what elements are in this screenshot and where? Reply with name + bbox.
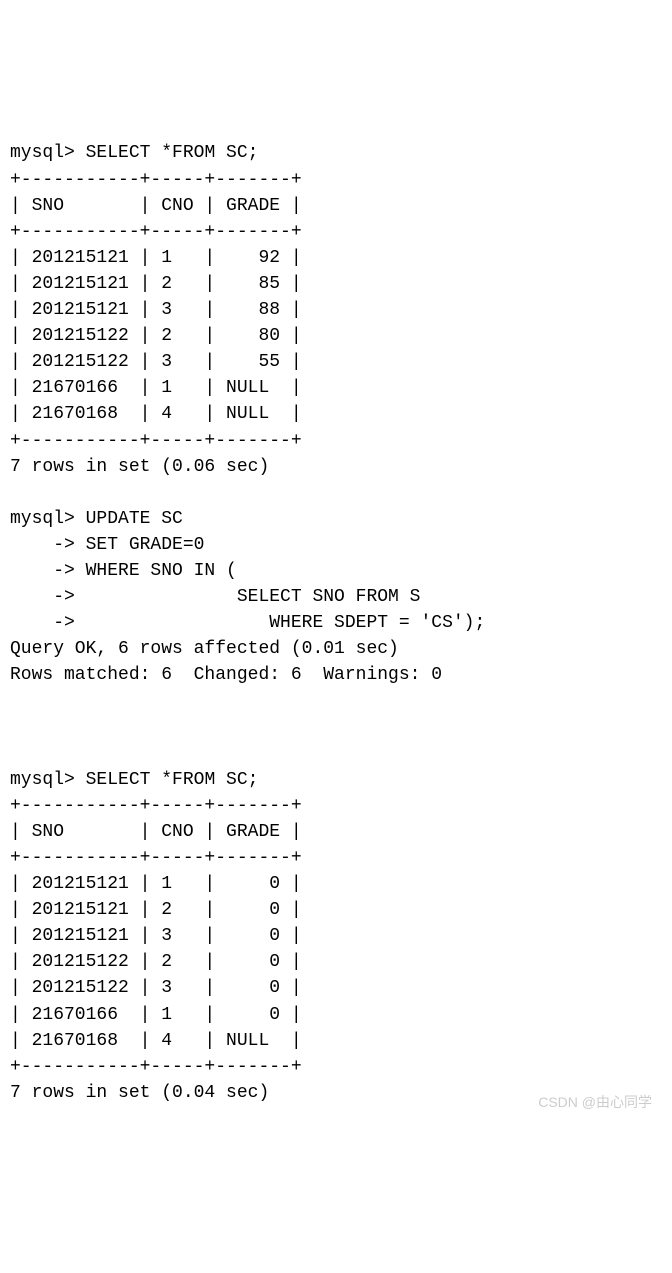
table-row: | 21670168 | 4 | NULL | [10,404,302,424]
table-row: | 21670166 | 1 | 0 | [10,1005,302,1025]
table-border: +-----------+-----+-------+ [10,1057,302,1077]
table-header: | SNO | CNO | GRADE | [10,822,302,842]
table-row: | 201215122 | 3 | 0 | [10,978,302,998]
update-statement: -> WHERE SDEPT = 'CS'); [10,613,485,633]
query-result: Query OK, 6 rows affected (0.01 sec) [10,639,399,659]
update-statement: -> SELECT SNO FROM S [10,587,420,607]
table-border: +-----------+-----+-------+ [10,848,302,868]
table-row: | 21670168 | 4 | NULL | [10,1031,302,1051]
table-border: +-----------+-----+-------+ [10,222,302,242]
table-row: | 201215122 | 2 | 80 | [10,326,302,346]
table-row: | 201215121 | 3 | 88 | [10,300,302,320]
result-footer: 7 rows in set (0.06 sec) [10,457,269,477]
table-row: | 201215122 | 3 | 55 | [10,352,302,372]
result-footer: 7 rows in set (0.04 sec) [10,1083,269,1103]
update-statement: mysql> UPDATE SC [10,509,183,529]
mysql-terminal: mysql> SELECT *FROM SC; +-----------+---… [10,114,662,1132]
table-header: | SNO | CNO | GRADE | [10,196,302,216]
prompt: mysql> [10,143,86,163]
table-border: +-----------+-----+-------+ [10,170,302,190]
table-row: | 201215121 | 3 | 0 | [10,926,302,946]
update-statement: -> SET GRADE=0 [10,535,204,555]
table-row: | 201215121 | 1 | 92 | [10,248,302,268]
prompt: mysql> [10,770,86,790]
table-border: +-----------+-----+-------+ [10,796,302,816]
sql-query: SELECT *FROM SC; [86,770,259,790]
table-border: +-----------+-----+-------+ [10,431,302,451]
table-row: | 201215121 | 1 | 0 | [10,874,302,894]
watermark: CSDN @由心同学 [538,1092,652,1112]
table-row: | 201215121 | 2 | 0 | [10,900,302,920]
table-row: | 201215121 | 2 | 85 | [10,274,302,294]
table-row: | 21670166 | 1 | NULL | [10,378,302,398]
table-row: | 201215122 | 2 | 0 | [10,952,302,972]
query-result: Rows matched: 6 Changed: 6 Warnings: 0 [10,665,442,685]
sql-query: SELECT *FROM SC; [86,143,259,163]
update-statement: -> WHERE SNO IN ( [10,561,237,581]
